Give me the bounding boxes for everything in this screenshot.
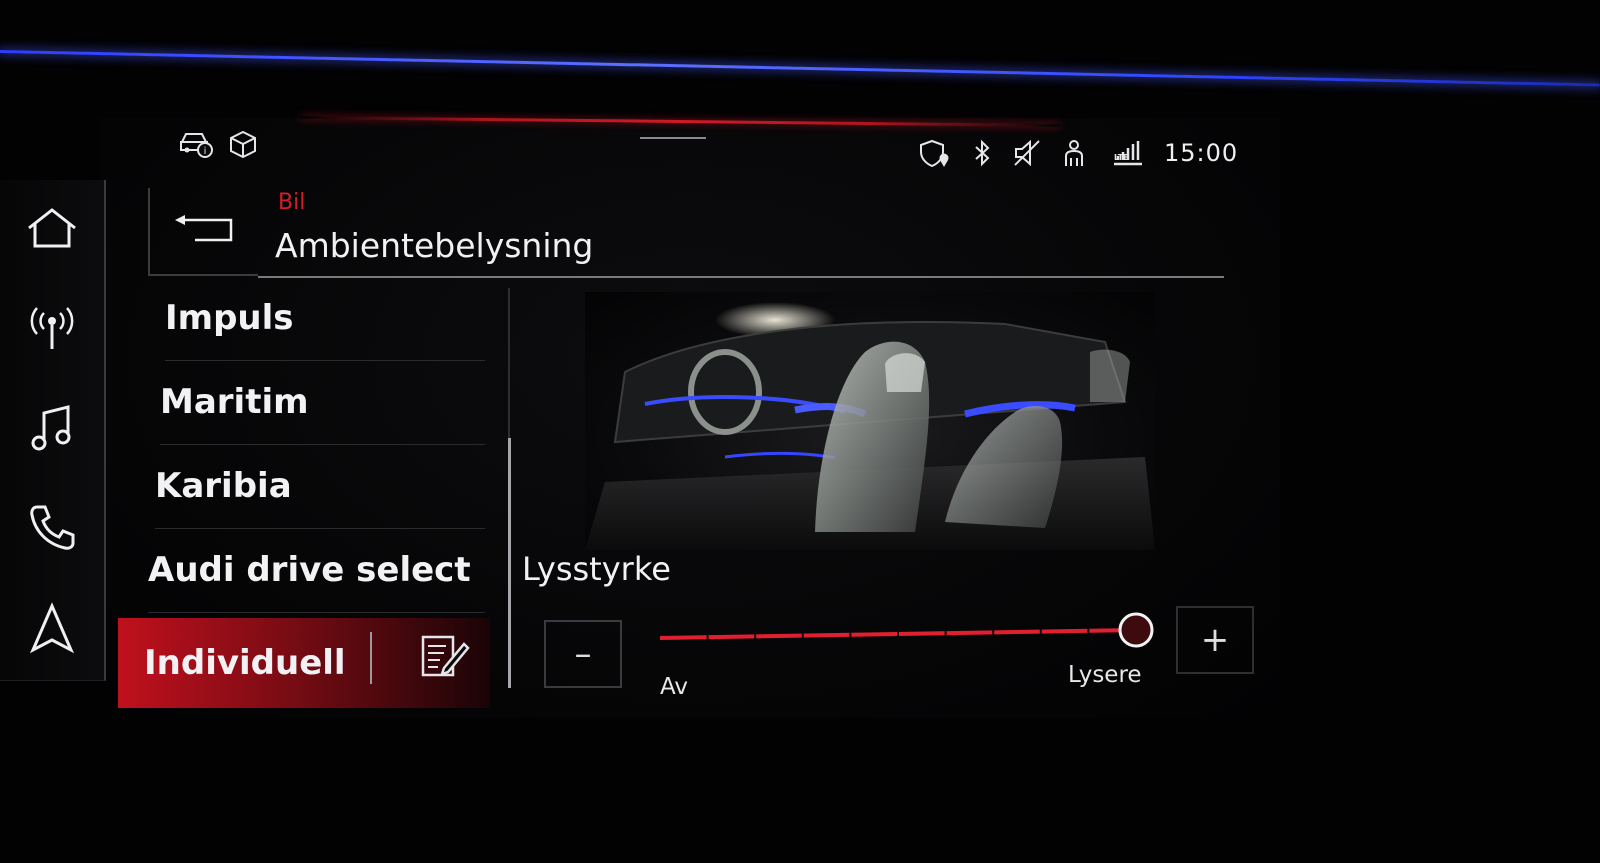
menu-item-maritim[interactable]: Maritim [160, 360, 485, 445]
menu-item-label: Individuell [144, 643, 346, 683]
menu-item-separator [370, 632, 372, 684]
minus-icon: – [574, 634, 592, 674]
back-button[interactable] [148, 188, 258, 276]
page-title: Ambientebelysning [275, 226, 594, 265]
speaker-muted-icon[interactable] [1012, 138, 1042, 168]
status-bar-right: LTE 15:00 [918, 138, 1238, 168]
brightness-slider-thumb[interactable] [1118, 612, 1154, 648]
plus-icon: + [1200, 620, 1230, 660]
phone-icon [27, 503, 77, 557]
navigation-icon [27, 602, 77, 658]
svg-text:i: i [204, 146, 207, 157]
back-arrow-icon [173, 214, 235, 248]
list-scrollbar[interactable] [508, 438, 511, 688]
menu-item-label: Impuls [165, 298, 294, 338]
sidebar-item-phone[interactable] [0, 480, 106, 581]
box-3d-icon[interactable] [228, 128, 258, 160]
home-icon [25, 206, 79, 254]
breadcrumb[interactable]: Bil [278, 190, 305, 215]
music-note-icon [30, 403, 74, 457]
brightness-decrease-button[interactable]: – [544, 620, 622, 688]
menu-item-audi-drive-select[interactable]: Audi drive select [148, 528, 485, 613]
sidebar-item-media[interactable] [0, 380, 106, 481]
bluetooth-icon[interactable] [972, 138, 992, 168]
brightness-increase-button[interactable]: + [1176, 606, 1254, 674]
status-bar-left: i [178, 128, 258, 160]
pull-down-handle[interactable] [640, 137, 706, 139]
radio-icon [25, 303, 79, 357]
menu-item-karibia[interactable]: Karibia [155, 444, 485, 529]
menu-item-label: Audi drive select [148, 550, 471, 590]
interior-preview-image [585, 292, 1155, 550]
shield-location-icon[interactable] [918, 138, 952, 168]
slider-min-label: Av [660, 674, 688, 700]
main-sidebar [0, 180, 112, 695]
brightness-label: Lysstyrke [522, 550, 671, 588]
lte-signal-icon[interactable]: LTE [1112, 138, 1144, 168]
sidebar-item-radio[interactable] [0, 280, 106, 381]
svg-text:LTE: LTE [1114, 153, 1129, 162]
clock: 15:00 [1164, 139, 1239, 167]
slider-max-label: Lysere [1068, 662, 1142, 688]
brightness-slider[interactable] [659, 612, 1154, 648]
edit-icon[interactable] [420, 634, 470, 684]
menu-item-label: Maritim [160, 382, 309, 422]
person-signal-icon[interactable] [1062, 138, 1092, 168]
car-info-icon[interactable]: i [178, 128, 214, 160]
sidebar-item-home[interactable] [0, 180, 106, 281]
ambient-light-strip [0, 50, 1600, 87]
menu-item-label: Karibia [155, 466, 292, 506]
sidebar-item-navigation[interactable] [0, 580, 106, 681]
menu-item-impuls[interactable]: Impuls [165, 276, 485, 361]
